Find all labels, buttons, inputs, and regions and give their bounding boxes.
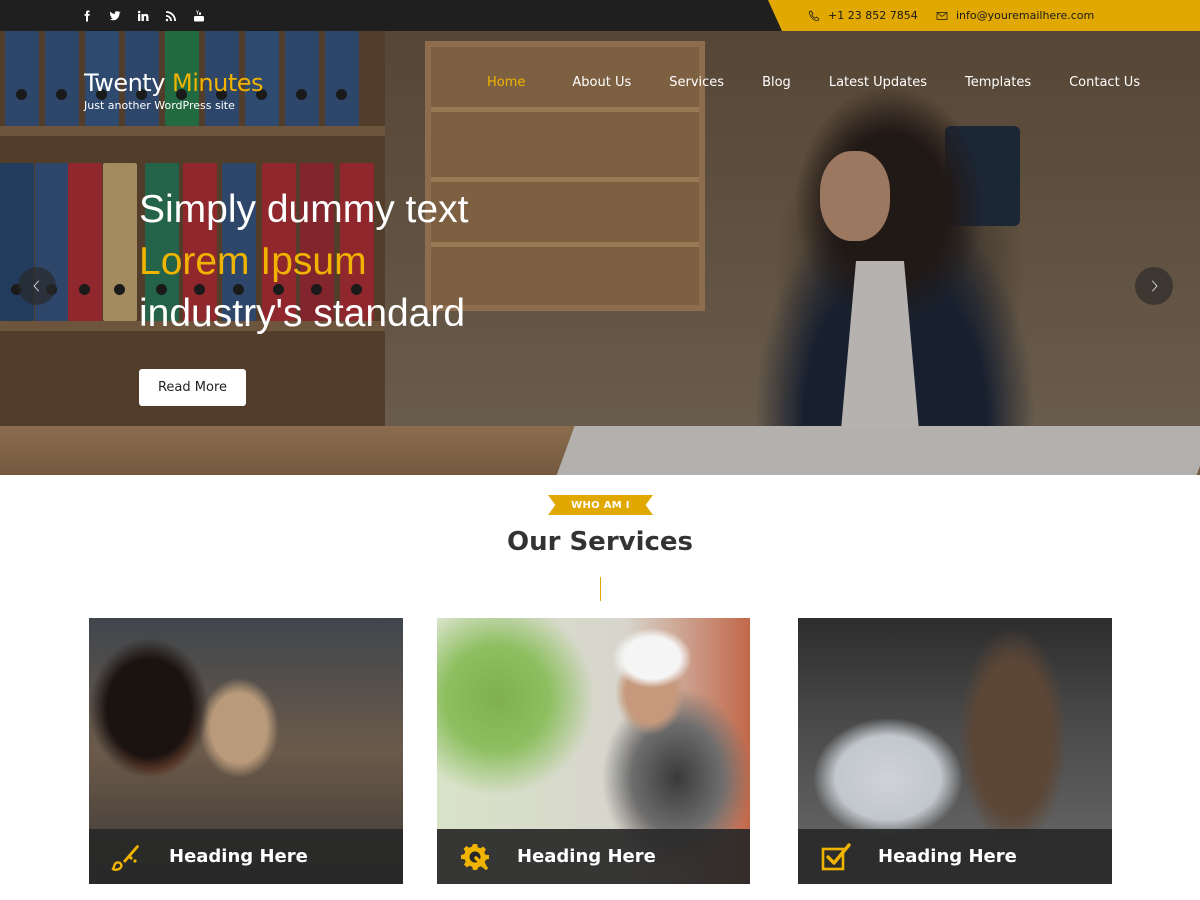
chevron-left-icon [33,280,40,292]
section-badge: WHO AM I [548,495,653,515]
phone-contact[interactable]: +1 23 852 7854 [808,9,918,22]
checkbox-icon [818,839,854,875]
hero-heading: Simply dummy text Lorem Ipsum industry's… [139,184,468,340]
phone-icon [808,10,820,21]
hero-line-2: Lorem Ipsum [139,240,367,283]
chevron-right-icon [1151,280,1158,292]
hero-line-3: industry's standard [139,292,466,335]
youtube-icon[interactable] [192,9,206,23]
service-card-heading: Heading Here [517,846,656,867]
social-links [80,0,206,31]
email-contact[interactable]: info@youremailhere.com [936,9,1094,22]
nav-item-home[interactable]: Home [487,75,525,90]
service-card-heading: Heading Here [878,846,1017,867]
linkedin-icon[interactable] [136,9,150,23]
service-card[interactable]: Heading Here [89,618,403,884]
hero-line-1: Simply dummy text [139,188,469,231]
site-title: Twenty Minutes [84,69,264,97]
service-card-caption: Heading Here [437,829,750,884]
nav-item-contact-us[interactable]: Contact Us [1069,75,1140,90]
email-address: info@youremailhere.com [956,9,1095,22]
paint-brush-icon [109,839,145,875]
nav-item-about-us[interactable]: About Us [572,75,631,90]
gear-wrench-icon [457,839,493,875]
nav-item-blog[interactable]: Blog [762,75,791,90]
phone-number: +1 23 852 7854 [828,9,918,22]
nav-item-latest-updates[interactable]: Latest Updates [829,75,927,90]
main-navigation: Home About Us Services Blog Latest Updat… [487,75,1140,90]
top-bar: +1 23 852 7854 info@youremailhere.com [0,0,1200,31]
service-card-heading: Heading Here [169,846,308,867]
site-tagline: Just another WordPress site [84,99,235,112]
service-card-caption: Heading Here [89,829,403,884]
service-card[interactable]: Heading Here [437,618,750,884]
read-more-button[interactable]: Read More [139,369,246,406]
rss-icon[interactable] [164,9,178,23]
twitter-icon[interactable] [108,9,122,23]
slider-next-button[interactable] [1135,267,1173,305]
contact-strip: +1 23 852 7854 info@youremailhere.com [768,0,1200,31]
hero-slider: Twenty Minutes Just another WordPress si… [0,31,1200,475]
envelope-icon [936,11,948,20]
site-brand[interactable]: Twenty Minutes Just another WordPress si… [84,69,264,112]
service-card-caption: Heading Here [798,829,1112,884]
service-card[interactable]: Heading Here [798,618,1112,884]
nav-item-templates[interactable]: Templates [965,75,1031,90]
facebook-icon[interactable] [80,9,94,23]
section-title: Our Services [506,527,694,557]
slider-prev-button[interactable] [18,267,56,305]
nav-item-services[interactable]: Services [669,75,724,90]
section-divider [600,577,601,601]
